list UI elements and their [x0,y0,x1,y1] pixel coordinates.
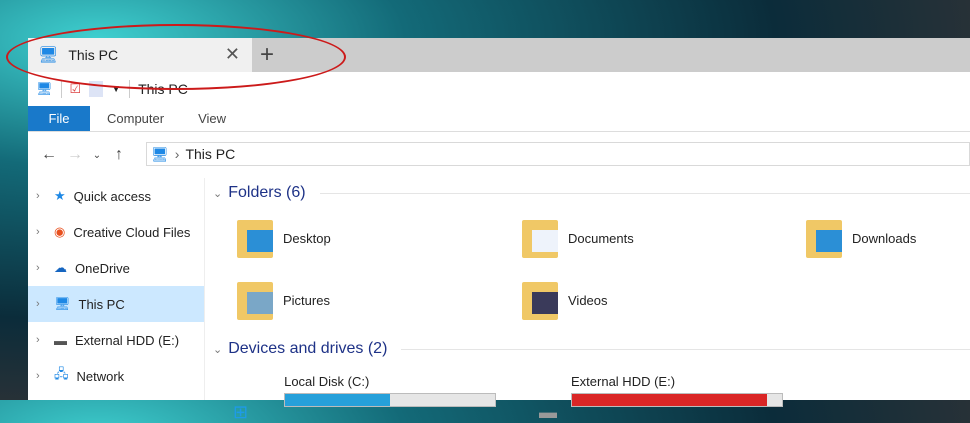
back-button[interactable]: ← [36,146,62,164]
chevron-right-icon[interactable]: › [36,190,46,202]
group-title: Folders (6) [228,184,306,201]
cloud-icon: ☁ [54,260,67,275]
nav-item-this-pc[interactable]: › 🖥 This PC [28,286,204,322]
devices-group-header[interactable]: ⌄ Devices and drives (2) [213,340,970,358]
properties-icon[interactable]: ☑ [70,81,82,97]
navigation-pane: › ★ Quick access › ◉ Creative Cloud Files › ☁… [28,178,205,400]
folder-label: Videos [568,292,608,308]
documents-folder-icon [520,216,560,260]
nav-label: Quick access [73,188,151,204]
windows-logo-icon: ⊞ [233,402,249,422]
close-tab-icon[interactable]: ✕ [225,44,240,65]
tab-this-pc[interactable]: 🖥 This PC ✕ [28,38,252,72]
drive-usage-bar [284,393,497,407]
nav-label: Network [76,368,125,384]
chevron-right-icon[interactable]: › [36,370,46,382]
folder-label: Documents [568,230,634,246]
tab-bar: 🖥 This PC ✕ + [28,38,970,72]
address-path: This PC [185,146,236,162]
up-button[interactable]: ↑ [106,146,132,164]
folder-label: Downloads [852,230,917,246]
folders-group-header[interactable]: ⌄ Folders (6) [213,184,970,202]
drive-local-disk[interactable]: ⊞ Local Disk (C:) [233,374,497,423]
folder-label: Desktop [283,230,331,246]
address-bar[interactable]: 🖥 › This PC [146,142,970,166]
computer-icon: 🖥 [54,296,71,311]
nav-item-creative-cloud[interactable]: › ◉ Creative Cloud Files [28,214,204,250]
new-tab-button[interactable]: + [260,41,274,69]
group-title: Devices and drives (2) [228,340,388,357]
address-row: ← → ⌄ ↑ 🖥 › This PC [28,140,970,170]
star-icon: ★ [54,188,66,203]
chevron-right-icon: › [174,146,180,162]
nav-label: OneDrive [75,260,130,276]
chevron-down-icon: ⌄ [213,343,223,356]
chevron-right-icon[interactable]: › [36,334,46,346]
folder-videos[interactable]: Videos [520,278,608,322]
pictures-folder-icon [235,278,275,322]
nav-item-external-hdd[interactable]: › ▬ External HDD (E:) [28,322,204,358]
drive-label: External HDD (E:) [571,374,676,389]
content-pane: ⌄ Folders (6) Desktop Documents Downloads… [213,178,970,422]
chevron-down-icon: ⌄ [213,187,223,200]
tab-title: This PC [68,47,119,63]
folder-downloads[interactable]: Downloads [804,216,916,260]
ribbon-tab-view[interactable]: View [181,106,243,131]
nav-label: Creative Cloud Files [73,224,191,240]
network-icon: 🖧 [54,366,69,381]
quick-access-toolbar: 🖥 ☑ ▼ This PC [28,72,970,106]
creative-cloud-icon: ◉ [54,224,66,239]
chevron-right-icon[interactable]: › [36,262,46,274]
ribbon-tabs: File Computer View [28,106,970,132]
new-folder-icon[interactable] [89,81,104,97]
window-title: This PC [138,81,188,97]
folder-label: Pictures [283,292,330,308]
folder-desktop[interactable]: Desktop [235,216,331,260]
videos-folder-icon [520,278,560,322]
drive-usage-bar [571,393,783,407]
drive-icon: ▬ [539,402,557,422]
nav-item-onedrive[interactable]: › ☁ OneDrive [28,250,204,286]
file-explorer-window: 🖥 This PC ✕ + 🖥 ☑ ▼ This PC File Compute… [28,38,970,422]
folder-documents[interactable]: Documents [520,216,634,260]
chevron-right-icon[interactable]: › [36,226,46,238]
recent-locations-button[interactable]: ⌄ [88,150,106,161]
forward-button[interactable]: → [62,146,88,164]
computer-icon: 🖥 [36,81,53,96]
drive-external-hdd[interactable]: ▬ External HDD (E:) [539,374,783,423]
drive-icon: ▬ [54,332,67,348]
folder-pictures[interactable]: Pictures [235,278,330,322]
computer-icon: 🖥 [38,47,59,64]
drive-label: Local Disk (C:) [284,374,370,389]
nav-item-quick-access[interactable]: › ★ Quick access [28,178,204,214]
downloads-folder-icon [804,216,844,260]
chevron-right-icon[interactable]: › [36,298,46,310]
nav-label: External HDD (E:) [75,332,180,348]
customize-dropdown-icon[interactable]: ▼ [111,84,121,95]
nav-item-network[interactable]: › 🖧 Network [28,358,204,394]
computer-icon: 🖥 [151,145,169,162]
ribbon-tab-computer[interactable]: Computer [90,106,181,131]
nav-label: This PC [78,296,125,312]
desktop-folder-icon [235,216,275,260]
ribbon-tab-file[interactable]: File [28,106,90,131]
